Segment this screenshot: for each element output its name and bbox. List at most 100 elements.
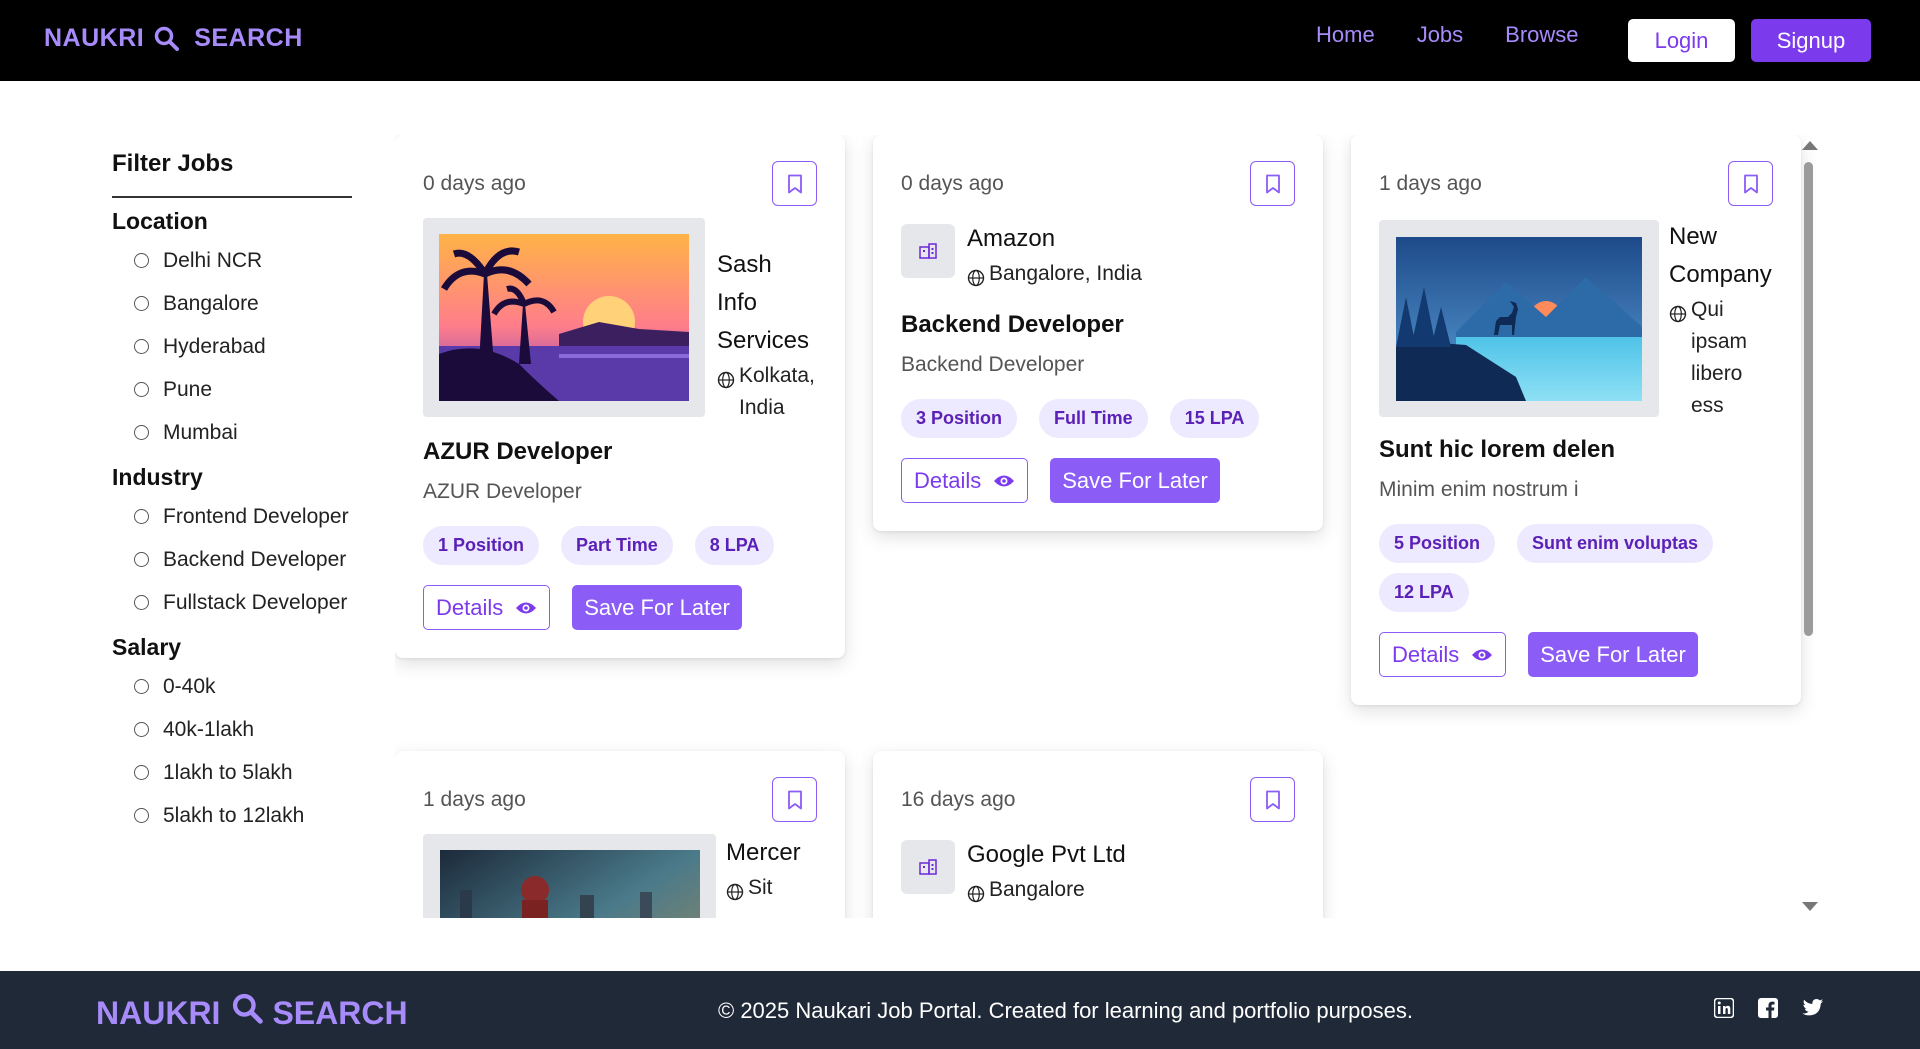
globe-icon — [1669, 294, 1691, 422]
filter-option-backend[interactable]: Backend Developer — [112, 538, 352, 581]
posted-ago: 16 days ago — [901, 787, 1016, 811]
globe-icon — [967, 874, 989, 913]
eye-icon — [994, 475, 1015, 486]
filter-option-delhi-ncr[interactable]: Delhi NCR — [112, 239, 352, 282]
save-for-later-button[interactable]: Save For Later — [1528, 632, 1698, 677]
radio-button[interactable] — [134, 339, 149, 354]
filter-option-mumbai[interactable]: Mumbai — [112, 411, 352, 454]
nav-link-home[interactable]: Home — [1316, 22, 1375, 48]
company-logo-image — [1396, 236, 1642, 401]
bookmark-button[interactable] — [772, 777, 817, 822]
option-label: 1lakh to 5lakh — [163, 760, 293, 784]
company-logo — [1379, 220, 1659, 417]
positions-badge: 3 Position — [901, 399, 1018, 438]
search-icon — [154, 26, 188, 52]
bookmark-button[interactable] — [1250, 161, 1295, 206]
company-location: Bangalore — [967, 874, 1126, 913]
radio-button[interactable] — [134, 808, 149, 823]
eye-icon — [1472, 649, 1493, 660]
nav-link-jobs[interactable]: Jobs — [1417, 22, 1463, 48]
job-list[interactable]: 0 days ago Sash Info Services Kolkata, I… — [395, 135, 1825, 918]
bookmark-icon — [787, 790, 802, 809]
filter-option-bangalore[interactable]: Bangalore — [112, 282, 352, 325]
positions-badge: 5 Position — [1379, 524, 1496, 563]
building-icon — [901, 224, 955, 278]
company-name: Sash Info Services — [717, 251, 810, 354]
globe-icon — [726, 872, 748, 911]
location-text: Sit — [748, 876, 773, 899]
filter-option-salary-2[interactable]: 40k-1lakh — [112, 708, 352, 751]
company-name: New Company — [1669, 223, 1772, 288]
radio-button[interactable] — [134, 722, 149, 737]
company-location: Qui ipsam libero ess — [1669, 294, 1773, 422]
radio-button[interactable] — [134, 679, 149, 694]
location-text: Bangalore — [989, 878, 1085, 901]
linkedin-icon[interactable] — [1713, 997, 1736, 1020]
bookmark-icon — [787, 174, 802, 193]
filter-option-hyderabad[interactable]: Hyderabad — [112, 325, 352, 368]
company-name: Amazon — [967, 225, 1056, 252]
job-title: Backend Developer — [901, 311, 1124, 338]
facebook-icon[interactable] — [1758, 998, 1780, 1020]
radio-button[interactable] — [134, 552, 149, 567]
brand-logo[interactable]: NAUKRI SEARCH — [44, 24, 303, 53]
save-for-later-button[interactable]: Save For Later — [1050, 458, 1220, 503]
details-label: Details — [1392, 641, 1460, 667]
company-logo-image — [439, 234, 689, 401]
bookmark-button[interactable] — [1728, 161, 1773, 206]
radio-button[interactable] — [134, 253, 149, 268]
filter-option-salary-3[interactable]: 1lakh to 5lakh — [112, 751, 352, 794]
job-description: AZUR Developer — [423, 480, 582, 503]
bookmark-button[interactable] — [772, 161, 817, 206]
filter-option-salary-4[interactable]: 5lakh to 12lakh — [112, 794, 352, 837]
job-list-scrollbar[interactable] — [1800, 135, 1818, 918]
location-text: Qui ipsam libero ess — [1691, 298, 1748, 417]
filter-divider — [112, 196, 352, 198]
globe-icon — [717, 360, 739, 424]
twitter-icon[interactable] — [1802, 998, 1824, 1020]
radio-button[interactable] — [134, 595, 149, 610]
radio-button[interactable] — [134, 425, 149, 440]
radio-button[interactable] — [134, 509, 149, 524]
company-logo — [423, 218, 705, 417]
filter-option-pune[interactable]: Pune — [112, 368, 352, 411]
save-for-later-button[interactable]: Save For Later — [572, 585, 742, 630]
footer-copyright: © 2025 Naukari Job Portal. Created for l… — [718, 998, 1413, 1023]
signup-button[interactable]: Signup — [1751, 19, 1871, 62]
brand-right-text: SEARCH — [194, 24, 303, 52]
radio-button[interactable] — [134, 382, 149, 397]
details-button[interactable]: Details — [901, 458, 1029, 503]
option-label: 0-40k — [163, 674, 216, 698]
details-label: Details — [914, 467, 982, 493]
scroll-down-arrow[interactable] — [1802, 902, 1818, 911]
location-text: Kolkata, India — [739, 364, 815, 419]
nav-link-browse[interactable]: Browse — [1505, 22, 1578, 48]
filter-option-frontend[interactable]: Frontend Developer — [112, 495, 352, 538]
login-button[interactable]: Login — [1628, 19, 1735, 62]
details-button[interactable]: Details — [1379, 632, 1507, 677]
option-label: Delhi NCR — [163, 248, 263, 272]
company-location: Sit — [726, 872, 801, 911]
option-label: Bangalore — [163, 291, 259, 315]
details-label: Details — [436, 594, 504, 620]
posted-ago: 1 days ago — [1379, 171, 1482, 195]
details-button[interactable]: Details — [423, 585, 551, 630]
radio-button[interactable] — [134, 296, 149, 311]
job-title: AZUR Developer — [423, 438, 613, 465]
company-name: Mercer — [726, 839, 801, 866]
posted-ago: 1 days ago — [423, 787, 526, 811]
positions-badge: 1 Position — [423, 526, 540, 565]
company-logo — [423, 834, 716, 918]
job-card: 0 days ago Amazon Bangalore, India Backe… — [873, 135, 1323, 531]
bookmark-button[interactable] — [1250, 777, 1295, 822]
filter-option-fullstack[interactable]: Fullstack Developer — [112, 581, 352, 624]
filter-option-salary-1[interactable]: 0-40k — [112, 665, 352, 708]
job-card: 1 days ago New Company Qui ipsam libero … — [1351, 135, 1801, 705]
job-type-badge: Part Time — [561, 526, 673, 565]
scroll-thumb[interactable] — [1804, 162, 1813, 636]
building-icon — [901, 840, 955, 894]
scroll-up-arrow[interactable] — [1802, 141, 1818, 150]
bookmark-icon — [1265, 790, 1280, 809]
radio-button[interactable] — [134, 765, 149, 780]
option-label: 5lakh to 12lakh — [163, 803, 305, 827]
